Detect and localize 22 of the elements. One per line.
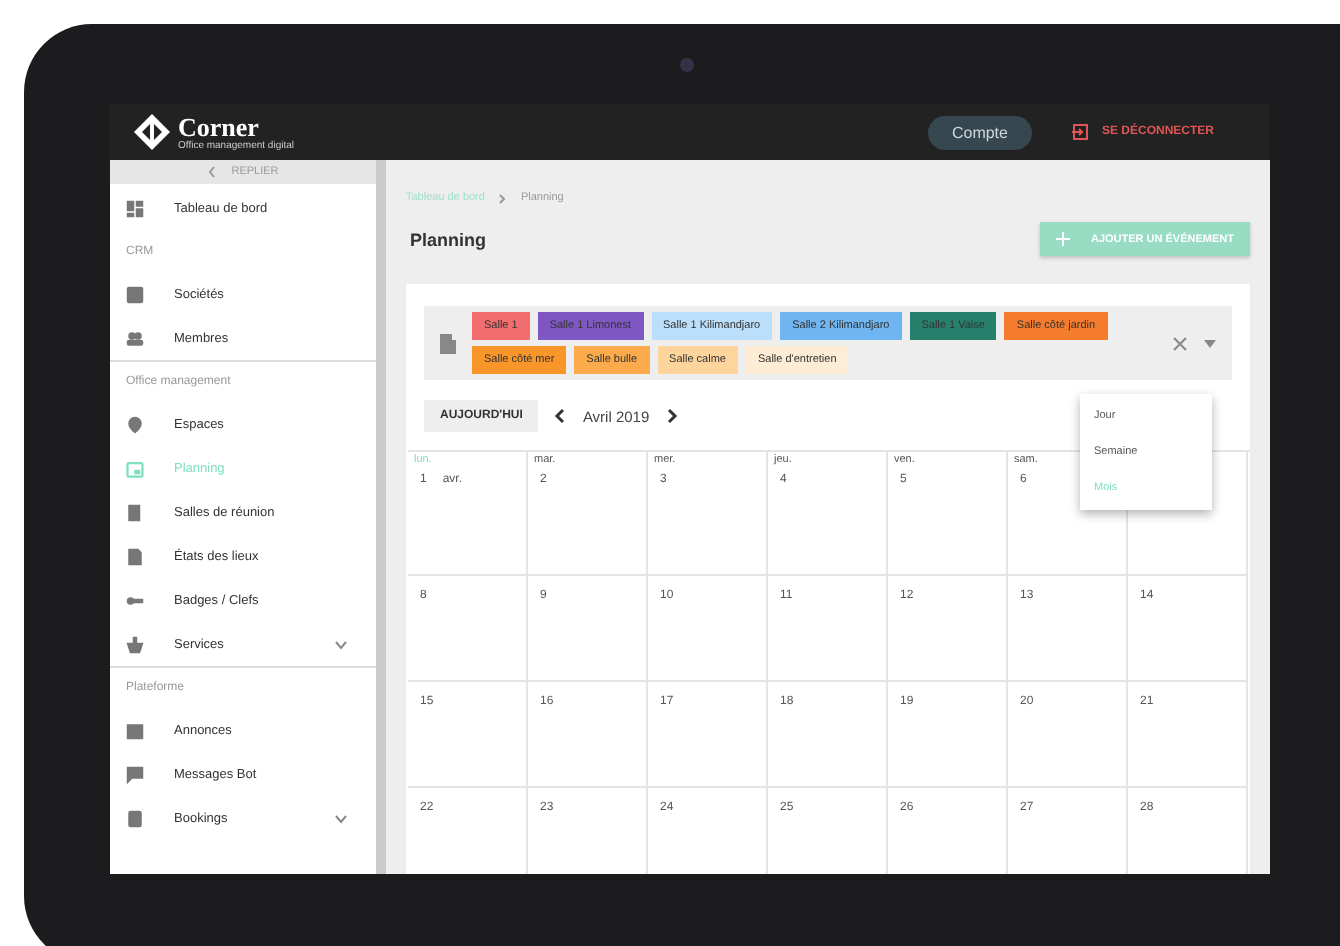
logout-icon: [1071, 124, 1088, 140]
chevron-left-icon[interactable]: [554, 408, 567, 424]
basket-icon: [126, 635, 144, 653]
people-icon: [126, 329, 144, 347]
camera-lens: [680, 58, 694, 72]
logo-text: Corner: [178, 113, 261, 139]
scrollbar[interactable]: [376, 160, 386, 874]
diamond-logo-icon: [134, 114, 170, 150]
key-icon: [126, 591, 144, 609]
close-icon[interactable]: [1172, 335, 1188, 351]
chevron-right-icon: [498, 193, 507, 203]
grid-icon: [126, 199, 144, 217]
document-icon: [126, 547, 144, 565]
calendar-icon: [126, 459, 144, 477]
chevron-right-icon[interactable]: [665, 408, 678, 424]
caret-icon[interactable]: [1204, 339, 1216, 347]
chevron-left-icon: [207, 166, 216, 178]
account-button[interactable]: Compte: [927, 115, 1032, 149]
plus-icon: [1056, 232, 1071, 246]
page-title: Planning: [410, 229, 486, 249]
pin-icon: [126, 415, 144, 433]
chat-icon: [126, 765, 144, 783]
